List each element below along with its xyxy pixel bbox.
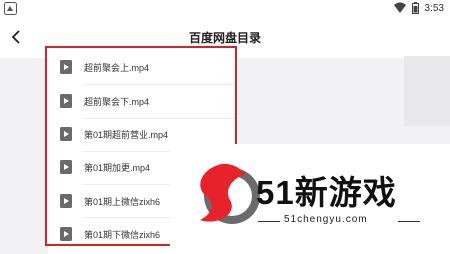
side-panel <box>404 56 450 126</box>
app-notification-icon <box>4 2 17 15</box>
battery-icon <box>411 2 419 14</box>
wifi-icon <box>393 2 406 13</box>
watermark: 51新游戏 51chengyu.com <box>170 144 450 254</box>
status-time: 3:53 <box>424 2 444 14</box>
page-title: 百度网盘目录 <box>188 31 261 45</box>
divider <box>258 221 280 222</box>
watermark-title: 51新游戏 <box>256 174 397 211</box>
site-logo-icon <box>200 163 260 224</box>
watermark-url: 51chengyu.com <box>284 214 368 225</box>
status-bar: 3:53 <box>0 0 450 18</box>
divider <box>398 221 420 222</box>
